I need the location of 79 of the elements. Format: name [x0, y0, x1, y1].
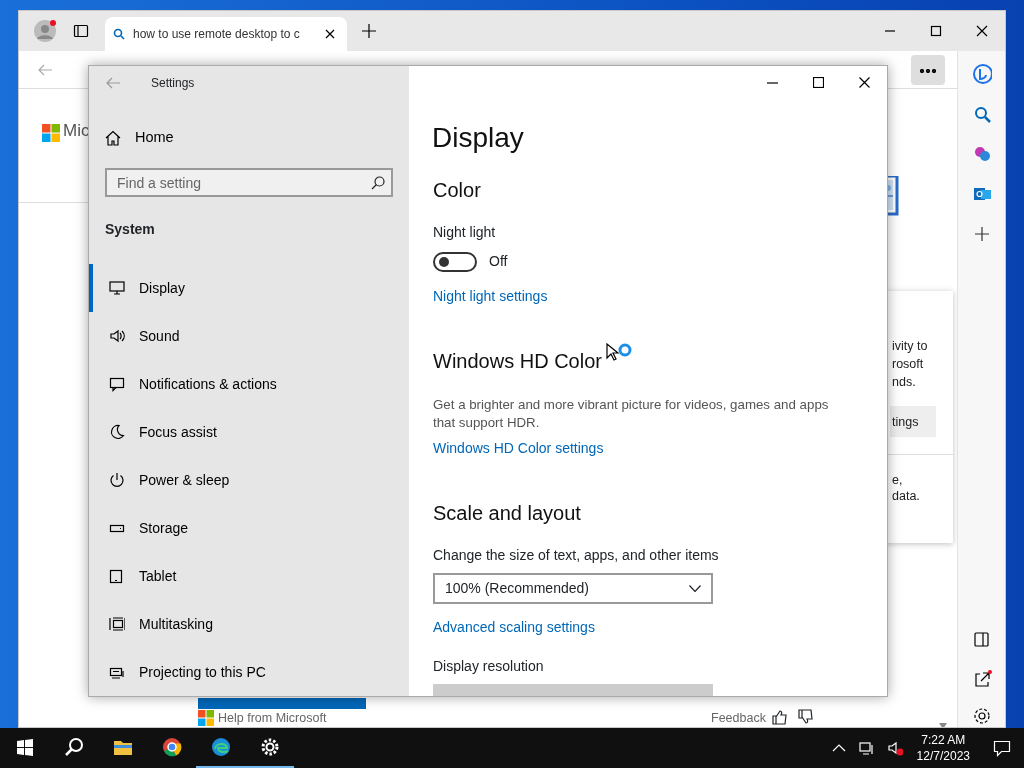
- card-button[interactable]: tings: [890, 406, 936, 437]
- thumbs-down-icon[interactable]: [797, 709, 813, 725]
- description-text: Get a brighter and more vibrant picture for videos, games and apps that support HDR.: [433, 396, 830, 432]
- section-heading: Scale and layout: [433, 501, 581, 526]
- window-title: Settings: [151, 74, 195, 92]
- card-text: data.: [892, 488, 920, 505]
- logo-text: Mic: [63, 122, 90, 140]
- page-title: Display: [432, 121, 524, 155]
- card-text: nds.: [892, 374, 916, 391]
- network-icon: [858, 740, 875, 756]
- plus-icon: [362, 24, 376, 38]
- settings-link[interactable]: Night light settings: [433, 285, 548, 307]
- dropdown[interactable]: 100% (Recommended): [433, 573, 713, 604]
- browser-icon: [210, 737, 231, 757]
- busy-cursor-icon: [606, 343, 632, 363]
- nav-item[interactable]: Storage: [89, 504, 409, 552]
- settings-icon: [971, 706, 992, 726]
- nav-item[interactable]: Tablet: [89, 552, 409, 600]
- browser-icon: [161, 737, 182, 757]
- search-icon: [63, 737, 84, 757]
- chat-icon: [971, 64, 992, 84]
- muted-speaker-icon: [886, 740, 903, 756]
- nav-item[interactable]: Multitasking: [89, 600, 409, 648]
- more-icon: [920, 68, 936, 73]
- search-icon: [371, 176, 385, 190]
- settings-icon: [259, 737, 280, 757]
- tabs-icon: [73, 23, 89, 39]
- speaker-icon: [109, 328, 125, 344]
- nav-item[interactable]: Focus assist: [89, 408, 409, 456]
- start-icon: [14, 737, 35, 757]
- monitor-icon: [109, 280, 125, 296]
- logo-icon: [42, 124, 60, 142]
- field-label: Display resolution: [433, 657, 544, 676]
- settings-link[interactable]: Windows HD Color settings: [433, 437, 604, 459]
- toggle-state: Off: [489, 252, 508, 271]
- split-icon: [971, 630, 992, 650]
- nav-item[interactable]: Power & sleep: [89, 456, 409, 504]
- search-field[interactable]: Find a setting: [105, 168, 393, 197]
- more-button[interactable]: [911, 54, 945, 85]
- card-text: e,: [892, 472, 903, 489]
- logo-icon: [198, 710, 214, 726]
- nav-item[interactable]: Notifications & actions: [89, 360, 409, 408]
- close-icon: [976, 25, 988, 37]
- clock[interactable]: 7:22 AM 12/7/2023: [910, 732, 976, 764]
- windows-icon: [109, 616, 125, 632]
- message-icon: [993, 739, 1011, 757]
- tab-title: how to use remote desktop to c: [133, 26, 301, 43]
- back-arrow-icon: [106, 76, 120, 89]
- nav-item[interactable]: Sound: [89, 312, 409, 360]
- time-text: 7:22 AM: [920, 732, 967, 748]
- section-heading: Windows HD Color: [433, 349, 602, 374]
- avatar-icon: [33, 19, 57, 43]
- power-icon: [109, 472, 125, 488]
- field-label: Change the size of text, apps, and other items: [433, 546, 719, 565]
- home-button[interactable]: Home: [105, 119, 174, 156]
- search-icon: [113, 28, 125, 40]
- maximize-icon: [812, 77, 824, 88]
- field-label: Night light: [433, 223, 496, 242]
- feedback-label: Feedback: [711, 710, 766, 727]
- thumbs-up-icon[interactable]: [771, 709, 787, 725]
- moon-icon: [109, 424, 125, 440]
- date-text: 12/7/2023: [916, 748, 970, 764]
- toggle-switch[interactable]: [433, 251, 477, 272]
- dropdown-value: 100% (Recommended): [445, 579, 589, 598]
- card-text: rosoft: [892, 356, 924, 373]
- nav-item[interactable]: Projecting to this PC: [89, 648, 409, 696]
- help-link[interactable]: Help from Microsoft: [218, 709, 327, 727]
- tablet-icon: [109, 568, 125, 584]
- browser-tab[interactable]: how to use remote desktop to c: [105, 17, 347, 51]
- chevron-down-icon: [689, 585, 701, 592]
- home-icon: [105, 129, 121, 146]
- settings-link[interactable]: Advanced scaling settings: [433, 616, 595, 638]
- section-heading: System: [105, 220, 156, 239]
- close-icon: [858, 77, 870, 88]
- maximize-icon: [930, 25, 942, 37]
- card-text: ivity to: [892, 338, 928, 355]
- section-heading: Color: [433, 178, 481, 203]
- message-icon: [109, 376, 125, 392]
- close-icon: [325, 29, 335, 39]
